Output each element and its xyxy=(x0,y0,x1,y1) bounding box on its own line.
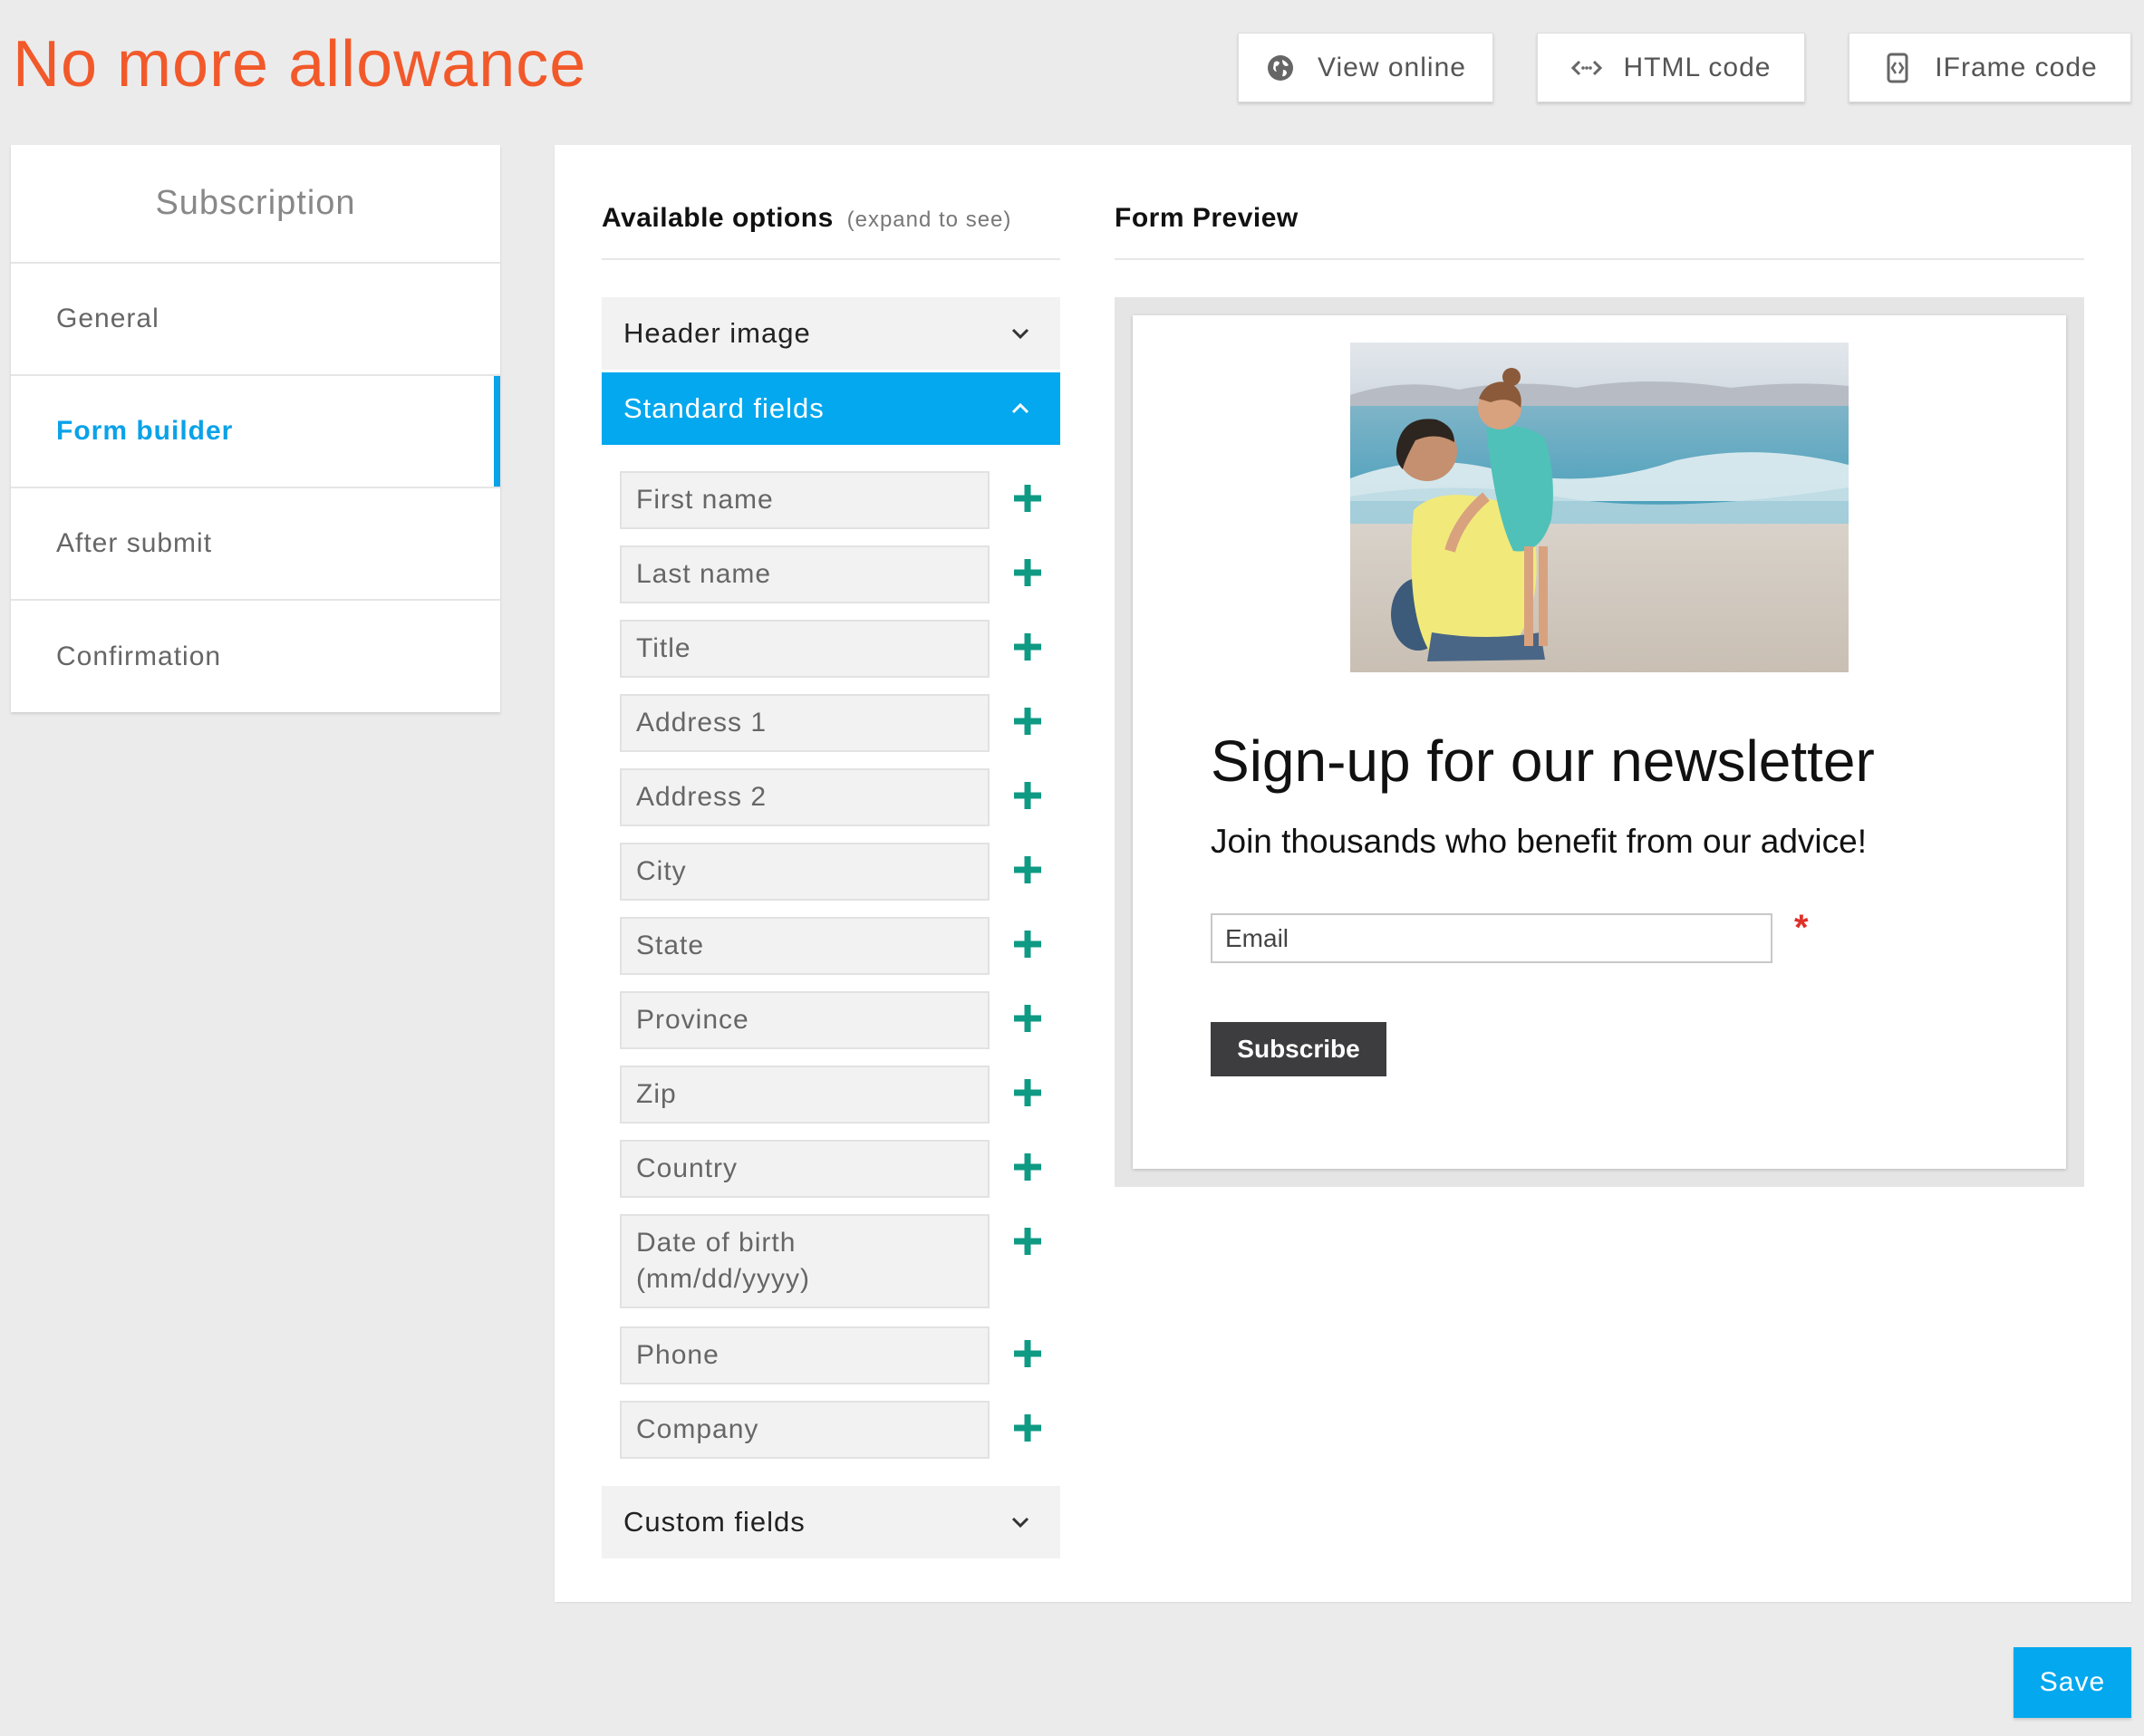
plus-icon[interactable] xyxy=(1011,1412,1044,1444)
plus-icon[interactable] xyxy=(1011,1002,1044,1035)
iframe-icon xyxy=(1882,53,1913,83)
standard-fields-section[interactable]: Standard fields xyxy=(602,372,1060,445)
chevron-down-icon xyxy=(1011,328,1029,340)
chevron-up-icon xyxy=(1011,402,1029,414)
standard-fields-label: Standard fields xyxy=(623,392,825,424)
field-last-name[interactable]: Last name xyxy=(620,545,990,603)
field-date-of-birth[interactable]: Date of birth (mm/dd/yyyy) xyxy=(620,1214,990,1308)
field-company[interactable]: Company xyxy=(620,1401,990,1459)
subscribe-button[interactable]: Subscribe xyxy=(1211,1022,1386,1076)
iframe-code-button[interactable]: IFrame code xyxy=(1849,33,2131,102)
sidebar-item-confirmation[interactable]: Confirmation xyxy=(11,601,500,713)
field-phone[interactable]: Phone xyxy=(620,1326,990,1384)
field-zip[interactable]: Zip xyxy=(620,1066,990,1124)
view-online-button[interactable]: View online xyxy=(1238,33,1493,102)
preview-divider xyxy=(1115,258,2084,260)
iframe-code-label: IFrame code xyxy=(1935,52,2098,82)
form-preview: Sign-up for our newsletter Join thousand… xyxy=(1115,297,2084,1187)
field-city[interactable]: City xyxy=(620,843,990,901)
field-state[interactable]: State xyxy=(620,917,990,975)
newsletter-heading: Sign-up for our newsletter xyxy=(1211,728,1875,794)
view-online-label: View online xyxy=(1318,52,1466,82)
field-first-name[interactable]: First name xyxy=(620,471,990,529)
available-options-label: Available options xyxy=(602,203,834,233)
custom-fields-label: Custom fields xyxy=(623,1506,806,1538)
field-province[interactable]: Province xyxy=(620,991,990,1049)
plus-icon[interactable] xyxy=(1011,631,1044,663)
sidebar-heading: Subscription xyxy=(11,145,500,264)
save-button[interactable]: Save xyxy=(2014,1647,2131,1718)
header-image-label: Header image xyxy=(623,317,811,349)
field-address-1[interactable]: Address 1 xyxy=(620,694,990,752)
header-image xyxy=(1350,342,1849,672)
plus-icon[interactable] xyxy=(1011,1225,1044,1258)
html-code-button[interactable]: HTML code xyxy=(1537,33,1805,102)
available-options-hint: (expand to see) xyxy=(846,207,1012,232)
plus-icon[interactable] xyxy=(1011,779,1044,812)
required-indicator: * xyxy=(1794,908,1809,948)
code-icon xyxy=(1570,53,1602,83)
page-title: No more allowance xyxy=(13,28,587,101)
available-options-title: Available options (expand to see) xyxy=(602,203,1011,234)
plus-icon[interactable] xyxy=(1011,482,1044,515)
options-divider xyxy=(602,258,1060,260)
chevron-down-icon xyxy=(1011,1517,1029,1529)
html-code-label: HTML code xyxy=(1623,52,1772,82)
plus-icon[interactable] xyxy=(1011,928,1044,960)
field-country[interactable]: Country xyxy=(620,1140,990,1198)
field-address-2[interactable]: Address 2 xyxy=(620,768,990,826)
newsletter-subheading: Join thousands who benefit from our advi… xyxy=(1211,823,1867,860)
email-field[interactable] xyxy=(1211,913,1772,963)
page: No more allowance View online HTML code xyxy=(0,0,2144,1736)
custom-fields-section[interactable]: Custom fields xyxy=(602,1486,1060,1558)
sidebar-item-general[interactable]: General xyxy=(11,264,500,376)
plus-icon[interactable] xyxy=(1011,1076,1044,1109)
header-image-section[interactable]: Header image xyxy=(602,297,1060,370)
sidebar: Subscription General Form builder After … xyxy=(11,145,500,712)
sidebar-item-after-submit[interactable]: After submit xyxy=(11,488,500,601)
form-preview-title: Form Preview xyxy=(1115,203,1299,233)
plus-icon[interactable] xyxy=(1011,705,1044,738)
sidebar-item-form-builder[interactable]: Form builder xyxy=(11,376,500,488)
beach-photo xyxy=(1350,342,1849,672)
plus-icon[interactable] xyxy=(1011,1337,1044,1370)
globe-icon xyxy=(1265,53,1296,83)
plus-icon[interactable] xyxy=(1011,854,1044,886)
field-title[interactable]: Title xyxy=(620,620,990,678)
plus-icon[interactable] xyxy=(1011,556,1044,589)
preview-card: Sign-up for our newsletter Join thousand… xyxy=(1133,315,2066,1169)
plus-icon[interactable] xyxy=(1011,1151,1044,1183)
